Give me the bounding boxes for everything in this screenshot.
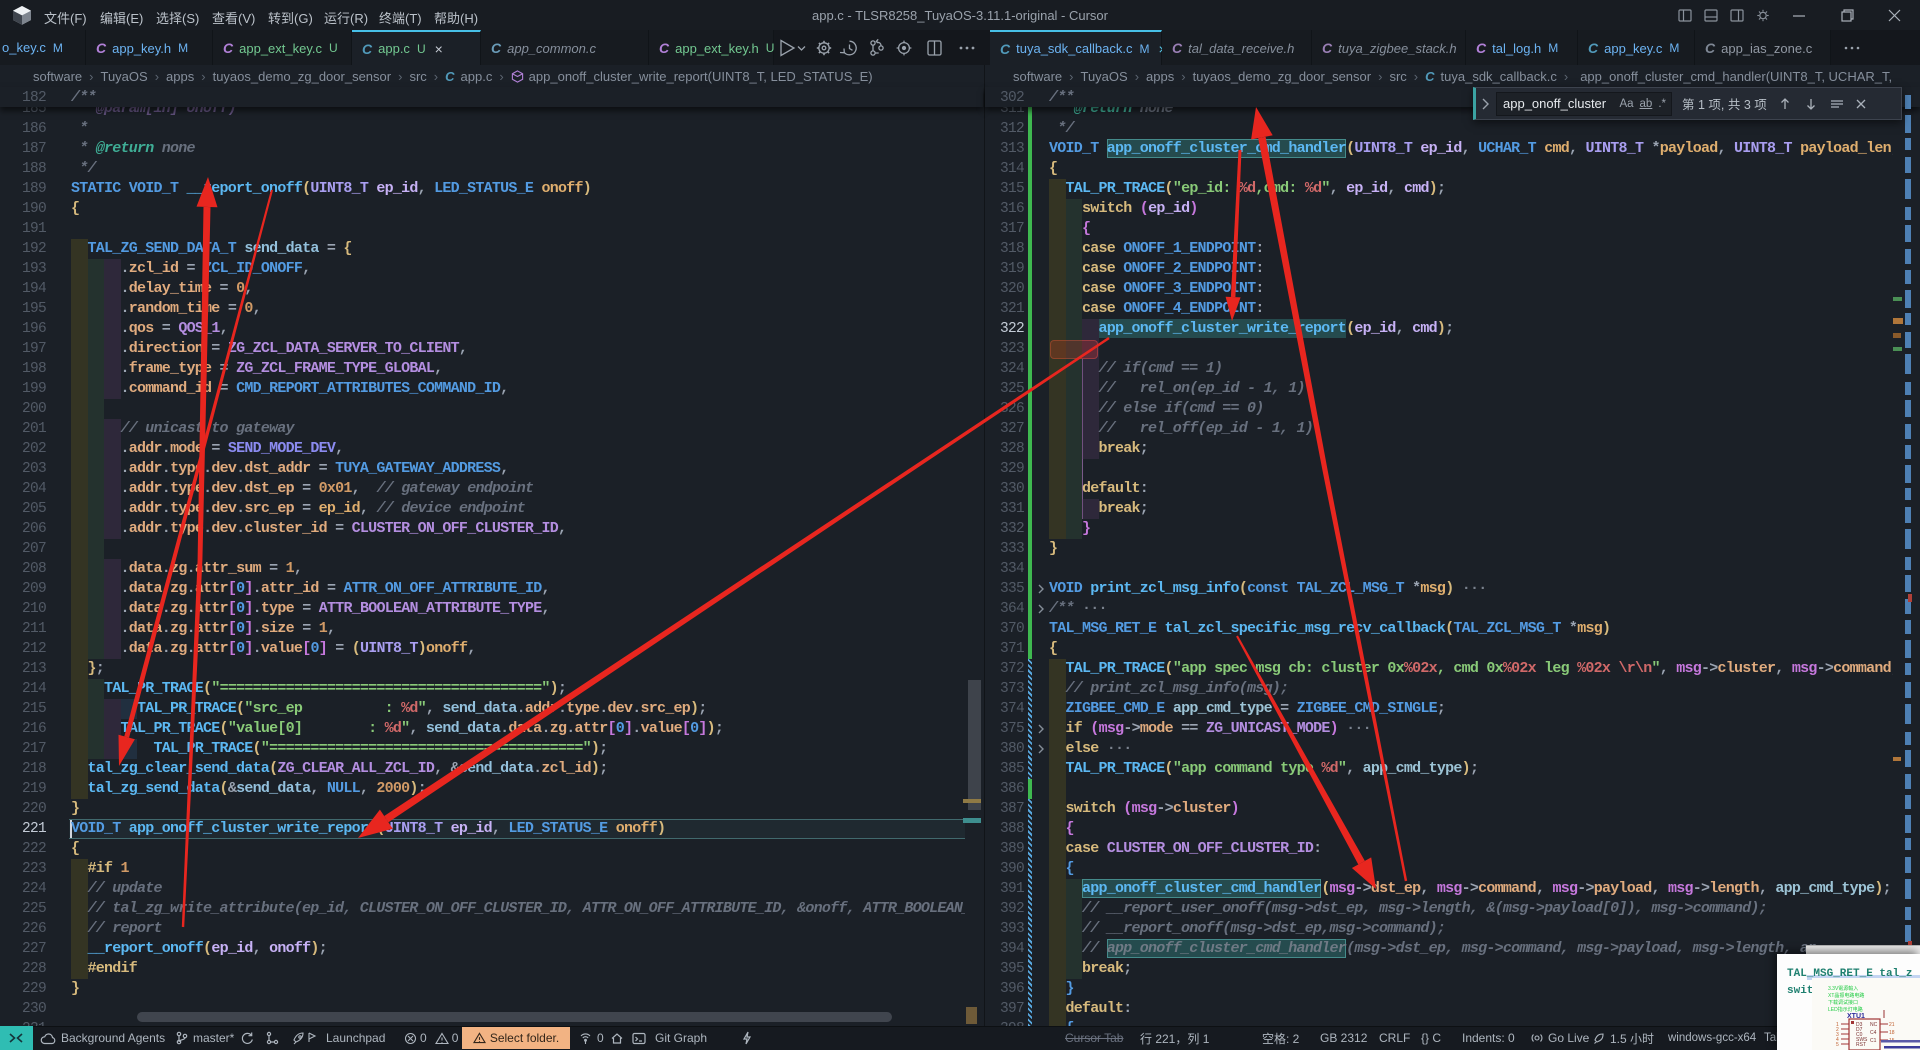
svg-text:3.3V電源輸入: 3.3V電源輸入: [1828, 985, 1858, 992]
svg-text:RST: RST: [1856, 1042, 1866, 1048]
svg-text:下载调试接口: 下载调试接口: [1828, 999, 1858, 1006]
svg-text:C1: C1: [1870, 1038, 1877, 1044]
svg-text:XT晶振电路电路: XT晶振电路电路: [1828, 992, 1864, 999]
svg-text:swit: swit: [1787, 985, 1813, 997]
svg-text:5: 5: [1836, 1042, 1839, 1048]
svg-text:C4: C4: [1870, 1030, 1877, 1036]
svg-text:LED指示灯电路: LED指示灯电路: [1828, 1006, 1863, 1013]
svg-text:21: 21: [1889, 1022, 1895, 1028]
svg-text:18: 18: [1889, 1030, 1895, 1036]
svg-text:NC: NC: [1870, 1022, 1878, 1028]
